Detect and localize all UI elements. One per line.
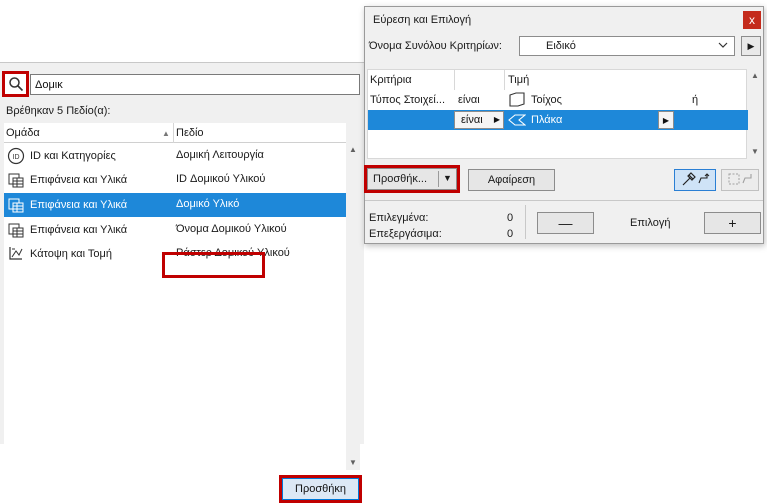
list-empty-area <box>4 333 346 470</box>
criteria-table: Κριτήρια Τιμή Τύπος Στοιχεί... είναι Τοί… <box>367 69 748 159</box>
play-icon: ▶ <box>493 115 500 124</box>
scroll-down-icon[interactable]: ▼ <box>751 147 759 156</box>
section-divider <box>525 205 526 239</box>
scroll-up-icon[interactable]: ▲ <box>751 71 759 80</box>
plan-section-icon <box>6 244 26 264</box>
play-icon[interactable]: ▶ <box>741 36 761 56</box>
selection-label: Επιλογή <box>630 217 671 229</box>
list-item-group: Επιφάνεια και Υλικά <box>30 174 128 186</box>
wall-icon <box>508 92 526 111</box>
play-icon[interactable]: ▶ <box>658 111 674 129</box>
list-item-group: ID και Κατηγορίες <box>30 150 116 162</box>
criteria-table-header: Κριτήρια Τιμή <box>368 70 748 90</box>
scroll-down-icon[interactable]: ▼ <box>349 458 357 467</box>
add-button[interactable]: Προσθήκη <box>282 478 359 500</box>
material-icon <box>6 220 26 240</box>
sort-icon[interactable]: ▲ <box>162 129 170 138</box>
criteria-operator[interactable]: είναι <box>458 94 480 106</box>
list-item[interactable]: Επιφάνεια και Υλικά ID Δομικού Υλικού <box>4 168 346 192</box>
criteria-row-selected[interactable]: Πλάκα <box>368 110 748 130</box>
list-item[interactable]: Επιφάνεια και Υλικά Όνομα Δομικού Υλικού <box>4 218 346 242</box>
list-item-field: Δομικό Υλικό <box>176 198 240 210</box>
editable-label: Επεξεργάσιμα: <box>369 228 442 240</box>
select-button[interactable]: + <box>704 212 761 234</box>
search-input[interactable] <box>30 74 360 95</box>
inject-tool-button[interactable] <box>721 169 759 191</box>
caret-down-icon: ▼ <box>443 173 452 183</box>
eyedropper-icon <box>680 171 710 190</box>
deselect-button[interactable]: — <box>537 212 594 234</box>
remove-button[interactable]: Αφαίρεση <box>468 169 555 191</box>
field-list: Ομάδα ▲ Πεδίο ID ID και Κατηγορίες Δομικ… <box>4 123 346 333</box>
svg-text:ID: ID <box>13 154 20 161</box>
list-item-group: Επιφάνεια και Υλικά <box>30 199 128 211</box>
add-criteria-dropdown[interactable]: Προσθήκ... ▼ <box>367 168 457 190</box>
operator-button[interactable]: είναι ▶ <box>454 111 504 129</box>
search-icon[interactable] <box>2 71 29 97</box>
material-icon <box>6 170 26 190</box>
column-divider[interactable] <box>504 70 505 90</box>
find-select-dialog: Εύρεση και Επιλογή x Όνομα Συνόλου Κριτη… <box>364 6 764 244</box>
criteria-set-select[interactable]: Ειδικό <box>519 36 735 56</box>
operator-label: είναι <box>461 114 483 126</box>
results-count: Βρέθηκαν 5 Πεδίο(α): <box>6 105 111 117</box>
selected-label: Επιλεγμένα: <box>369 212 429 224</box>
criteria-set-label: Όνομα Συνόλου Κριτηρίων: <box>369 40 502 52</box>
close-button[interactable]: x <box>743 11 761 29</box>
criteria-set-value: Ειδικό <box>546 40 576 52</box>
list-item-field: ID Δομικού Υλικού <box>176 173 266 185</box>
list-item-group: Επιφάνεια και Υλικά <box>30 224 128 236</box>
material-icon <box>6 195 26 215</box>
dropdown-separator <box>438 171 439 187</box>
column-header-group[interactable]: Ομάδα <box>6 127 40 139</box>
chevron-down-icon <box>718 40 728 53</box>
column-header-value[interactable]: Τιμή <box>508 74 529 86</box>
add-criteria-label: Προσθήκ... <box>373 173 428 185</box>
section-divider <box>365 200 763 201</box>
criteria-row[interactable]: Τύπος Στοιχεί... είναι Τοίχος ή <box>368 90 748 110</box>
list-item-field: Όνομα Δομικού Υλικού <box>176 223 287 235</box>
list-scrollbar[interactable]: ▲ ▼ <box>346 123 360 470</box>
column-divider[interactable] <box>173 123 174 143</box>
add-dropdown-highlight: Προσθήκ... ▼ <box>364 165 460 193</box>
list-item-selected[interactable]: Επιφάνεια και Υλικά Δομικό Υλικό <box>4 193 346 217</box>
list-header: Ομάδα ▲ Πεδίο <box>4 123 346 143</box>
column-header-field[interactable]: Πεδίο <box>176 127 204 139</box>
selected-count: 0 <box>507 212 514 224</box>
criteria-value: Πλάκα <box>531 114 563 126</box>
search-panel: Βρέθηκαν 5 Πεδίο(α): Ομάδα ▲ Πεδίο ID ID… <box>0 62 364 503</box>
slab-icon <box>508 113 527 130</box>
list-item-field: Δομική Λειτουργία <box>176 149 264 161</box>
list-item[interactable]: ID ID και Κατηγορίες Δομική Λειτουργία <box>4 144 346 168</box>
scroll-up-icon[interactable]: ▲ <box>349 145 357 154</box>
selected-field-highlight <box>162 252 265 278</box>
column-header-criteria[interactable]: Κριτήρια <box>370 74 412 86</box>
dialog-title: Εύρεση και Επιλογή <box>373 14 472 26</box>
pick-up-tool-button[interactable] <box>674 169 716 191</box>
list-item-group: Κάτοψη και Τομή <box>30 248 112 260</box>
id-icon: ID <box>6 146 26 166</box>
criteria-scrollbar[interactable]: ▲ ▼ <box>748 69 762 159</box>
column-divider[interactable] <box>454 70 455 90</box>
marquee-icon <box>726 171 754 190</box>
editable-count: 0 <box>507 228 514 240</box>
add-button-highlight: Προσθήκη <box>279 475 362 503</box>
criteria-name: Τύπος Στοιχεί... <box>370 94 446 106</box>
criteria-value: Τοίχος <box>531 94 562 106</box>
criteria-logic[interactable]: ή <box>692 94 698 106</box>
